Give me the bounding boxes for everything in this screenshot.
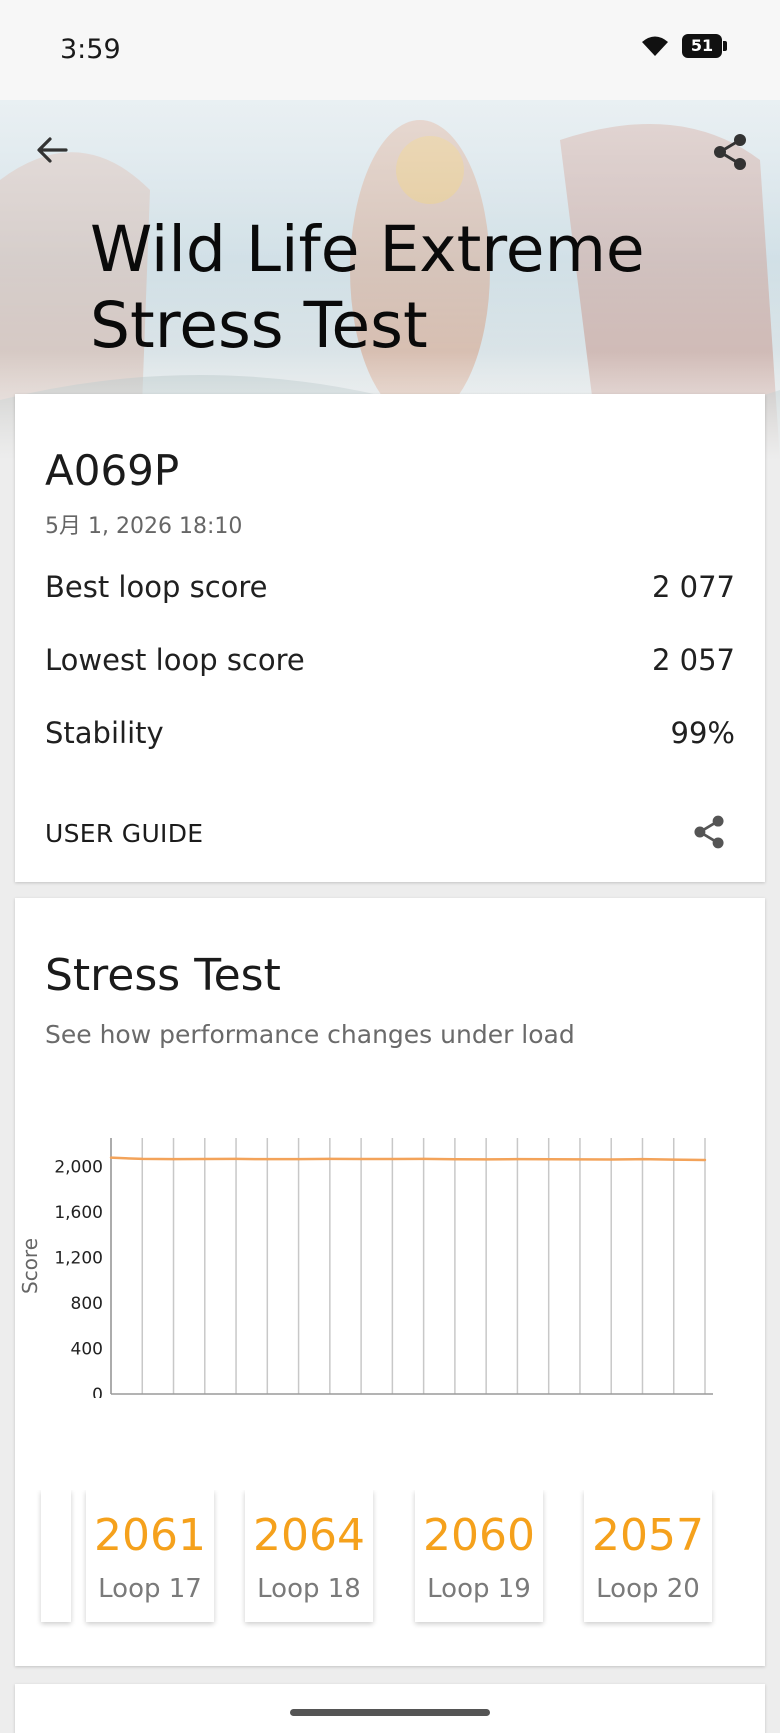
data-point: [234, 1157, 238, 1161]
loop-label: Loop 17: [98, 1574, 202, 1604]
wifi-icon: [642, 36, 668, 56]
lowest-loop-row: Lowest loop score 2 057: [45, 643, 735, 683]
y-tick-label: 0: [92, 1385, 103, 1398]
data-point: [359, 1157, 363, 1161]
best-loop-row: Best loop score 2 077: [45, 570, 735, 610]
data-point: [391, 1157, 394, 1161]
status-time: 3:59: [60, 34, 121, 65]
series-line: [110, 1156, 706, 1162]
status-icons: 51: [640, 34, 727, 58]
test-date: 5月 1, 2026 18:10: [45, 514, 243, 539]
row-label: Stability: [45, 716, 164, 750]
data-point: [703, 1158, 707, 1162]
loop-label: Loop 19: [427, 1574, 531, 1604]
row-label: Lowest loop score: [45, 643, 305, 677]
page-title-line1: Wild Life Extreme: [90, 213, 645, 286]
data-point: [266, 1157, 269, 1161]
data-point: [672, 1158, 675, 1161]
row-value: 2 057: [651, 643, 735, 677]
data-point: [109, 1156, 113, 1159]
status-bar: 3:59 51: [0, 0, 780, 100]
loop-score: 2064: [253, 1510, 365, 1561]
page-title: Wild Life Extreme Stress Test: [90, 212, 645, 364]
loop-label: Loop 20: [596, 1574, 700, 1604]
y-tick-label: 2,000: [54, 1157, 103, 1177]
data-point: [610, 1158, 613, 1161]
share-icon[interactable]: [708, 130, 752, 174]
battery-icon: 51: [682, 34, 727, 58]
row-value: 2 077: [651, 570, 735, 604]
data-point: [422, 1157, 425, 1161]
summary-card: A069P 5月 1, 2026 18:10 Best loop score 2…: [15, 394, 765, 882]
data-point: [203, 1157, 206, 1161]
stress-test-chart: 04008001,2001,6002,000123456789101112131…: [18, 1138, 713, 1398]
data-point: [547, 1158, 550, 1161]
loop-score-card: 2061 Loop 17: [86, 1490, 214, 1622]
user-guide-button[interactable]: USER GUIDE: [45, 819, 203, 848]
data-point: [172, 1157, 175, 1161]
stress-test-card: Stress Test See how performance changes …: [15, 898, 765, 1666]
data-point: [141, 1157, 144, 1161]
stability-row: Stability 99%: [45, 716, 735, 756]
y-tick-label: 1,600: [54, 1203, 103, 1223]
data-point: [516, 1157, 519, 1161]
back-arrow-icon[interactable]: [30, 128, 74, 172]
loop-score-card: 2057 Loop 20: [584, 1490, 712, 1622]
loop-score-card: 2064 Loop 18: [245, 1490, 373, 1622]
section-title: Stress Test: [45, 950, 281, 1001]
data-point: [484, 1158, 488, 1161]
loop-score: 2061: [94, 1510, 206, 1561]
row-label: Best loop score: [45, 570, 268, 604]
page-title-line2: Stress Test: [90, 289, 428, 362]
home-indicator[interactable]: [290, 1709, 490, 1716]
loop-label: Loop 18: [257, 1574, 361, 1604]
section-subtitle: See how performance changes under load: [45, 1020, 575, 1049]
loop-score: 2057: [592, 1510, 704, 1561]
loop-score-card-partial: [41, 1490, 71, 1622]
row-value: 99%: [670, 716, 735, 750]
data-point: [328, 1157, 332, 1161]
y-tick-label: 400: [71, 1339, 103, 1359]
data-point: [297, 1157, 300, 1161]
loop-score: 2060: [423, 1510, 535, 1561]
share-icon[interactable]: [689, 812, 729, 852]
data-point: [453, 1158, 457, 1161]
y-axis-label: Score: [18, 1238, 42, 1294]
y-tick-label: 800: [71, 1294, 103, 1314]
device-name: A069P: [45, 446, 180, 495]
data-point: [578, 1158, 582, 1161]
loop-scores-strip[interactable]: 2061 Loop 17 2064 Loop 18 2060 Loop 19 2…: [15, 1490, 765, 1630]
data-point: [641, 1157, 644, 1161]
y-tick-label: 1,200: [54, 1248, 103, 1268]
loop-score-card: 2060 Loop 19: [415, 1490, 543, 1622]
